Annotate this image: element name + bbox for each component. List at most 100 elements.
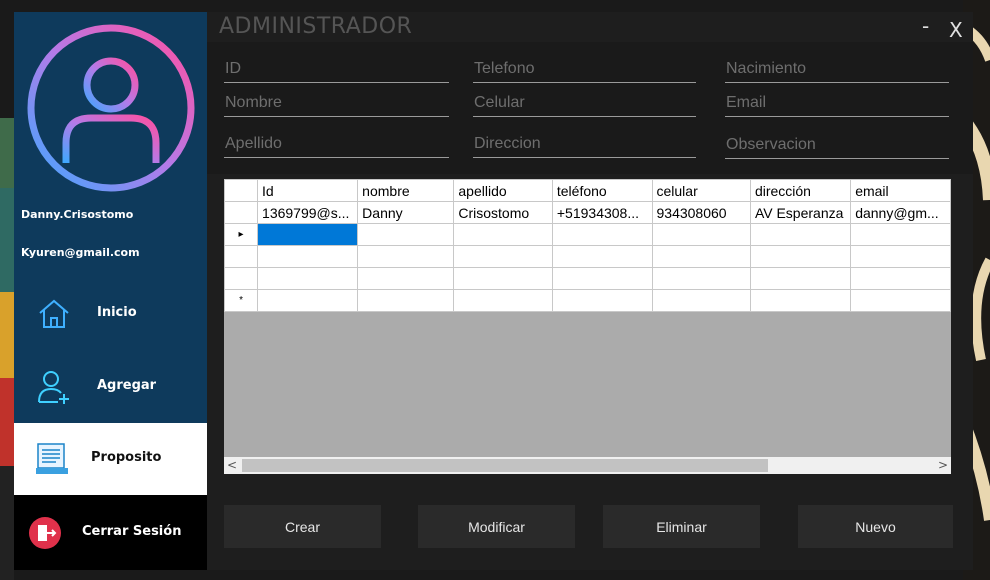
table-cell[interactable]: Crisostomo	[453, 201, 553, 224]
table-cell[interactable]	[357, 289, 455, 312]
celular-input[interactable]	[473, 90, 698, 116]
table-cell[interactable]	[453, 245, 553, 268]
table-cell[interactable]	[850, 223, 951, 246]
column-header-direccion[interactable]: dirección	[749, 179, 852, 202]
table-row[interactable]	[224, 267, 951, 290]
table-cell[interactable]	[357, 223, 455, 246]
telefono-field	[473, 56, 698, 83]
eliminar-button[interactable]: Eliminar	[603, 505, 760, 548]
table-cell[interactable]	[749, 223, 852, 246]
nav-inicio-label: Inicio	[97, 305, 137, 320]
table-cell[interactable]	[357, 245, 455, 268]
table-cell[interactable]	[651, 223, 751, 246]
desktop-stripe-teal	[0, 188, 14, 292]
nuevo-button[interactable]: Nuevo	[798, 505, 953, 548]
table-cell[interactable]	[453, 223, 553, 246]
user-name: Danny.Crisostomo	[21, 208, 134, 221]
column-header-id[interactable]: Id	[257, 179, 359, 202]
scroll-left-arrow[interactable]: <	[224, 457, 240, 474]
table-cell[interactable]: 934308060	[651, 201, 751, 224]
user-avatar-icon	[27, 24, 195, 192]
data-grid[interactable]: Id nombre apellido teléfono celular dire…	[224, 179, 951, 474]
apellido-input[interactable]	[224, 131, 451, 157]
table-cell[interactable]	[850, 245, 951, 268]
desktop-stripe-yellow	[0, 292, 14, 378]
table-cell[interactable]	[749, 289, 852, 312]
logout-icon	[29, 517, 61, 549]
column-header-celular[interactable]: celular	[651, 179, 751, 202]
nav-inicio[interactable]: Inicio	[14, 278, 207, 350]
scrollbar-thumb[interactable]	[242, 459, 768, 472]
crear-button[interactable]: Crear	[224, 505, 381, 548]
row-header[interactable]	[224, 245, 259, 268]
nacimiento-field	[725, 56, 951, 83]
table-cell[interactable]	[651, 289, 751, 312]
table-cell[interactable]: danny@gm...	[850, 201, 951, 224]
table-cell[interactable]	[551, 267, 653, 290]
email-input[interactable]	[725, 90, 951, 116]
row-header[interactable]	[224, 201, 259, 224]
telefono-input[interactable]	[473, 56, 698, 82]
table-row[interactable]: ▸	[224, 223, 951, 246]
row-header[interactable]	[224, 267, 259, 290]
nav-proposito[interactable]: Proposito	[14, 423, 207, 495]
new-row-marker[interactable]: *	[224, 289, 259, 312]
desktop-stripe-red	[0, 378, 14, 466]
home-icon	[39, 299, 69, 328]
current-row-marker[interactable]: ▸	[224, 223, 259, 246]
table-cell[interactable]	[850, 289, 951, 312]
app-window: Danny.Crisostomo Kyuren@gmail.com Inicio…	[14, 12, 973, 570]
table-cell[interactable]	[551, 245, 653, 268]
table-cell[interactable]	[257, 289, 359, 312]
horizontal-scrollbar[interactable]: < >	[224, 457, 951, 474]
column-header-email[interactable]: email	[850, 179, 951, 202]
row-header-corner	[224, 179, 259, 202]
table-cell[interactable]	[651, 267, 751, 290]
minimize-button[interactable]: -	[922, 14, 929, 38]
nav-cerrar-label: Cerrar Sesión	[82, 524, 182, 539]
nav-cerrar-sesion[interactable]: Cerrar Sesión	[14, 495, 207, 570]
direccion-field	[473, 131, 698, 158]
scroll-right-arrow[interactable]: >	[935, 457, 951, 474]
table-row[interactable]	[224, 245, 951, 268]
table-row[interactable]: 1369799@s... Danny Crisostomo +51934308.…	[224, 201, 951, 224]
table-cell[interactable]: AV Esperanza	[749, 201, 852, 224]
user-email: Kyuren@gmail.com	[21, 246, 140, 259]
close-button[interactable]: X	[949, 18, 963, 42]
table-cell[interactable]: +51934308...	[551, 201, 653, 224]
id-field	[224, 56, 451, 83]
direccion-input[interactable]	[473, 131, 698, 157]
table-cell[interactable]: Danny	[357, 201, 455, 224]
observacion-field	[725, 132, 951, 159]
modificar-button[interactable]: Modificar	[418, 505, 575, 548]
table-cell[interactable]	[357, 267, 455, 290]
table-cell[interactable]	[850, 267, 951, 290]
table-cell[interactable]: 1369799@s...	[257, 201, 359, 224]
table-cell[interactable]	[651, 245, 751, 268]
window-title: ADMINISTRADOR	[219, 14, 413, 39]
table-cell[interactable]	[749, 267, 852, 290]
table-row[interactable]: *	[224, 289, 951, 312]
observacion-input[interactable]	[725, 132, 951, 158]
table-cell[interactable]	[551, 289, 653, 312]
nav-proposito-label: Proposito	[91, 450, 162, 465]
selected-cell[interactable]	[257, 223, 359, 246]
celular-field	[473, 90, 698, 117]
nav-agregar[interactable]: Agregar	[14, 351, 207, 423]
nombre-input[interactable]	[224, 90, 451, 116]
table-cell[interactable]	[257, 267, 359, 290]
data-table: Id nombre apellido teléfono celular dire…	[224, 179, 951, 312]
id-input[interactable]	[224, 56, 451, 82]
table-cell[interactable]	[453, 289, 553, 312]
desktop-stripe-green	[0, 118, 14, 188]
desktop-stripe-dark	[0, 466, 14, 580]
table-cell[interactable]	[453, 267, 553, 290]
column-header-apellido[interactable]: apellido	[453, 179, 553, 202]
column-header-telefono[interactable]: teléfono	[551, 179, 653, 202]
column-header-nombre[interactable]: nombre	[357, 179, 455, 202]
nacimiento-input[interactable]	[725, 56, 951, 82]
table-cell[interactable]	[551, 223, 653, 246]
table-cell[interactable]	[257, 245, 359, 268]
document-icon	[36, 443, 68, 474]
table-cell[interactable]	[749, 245, 852, 268]
